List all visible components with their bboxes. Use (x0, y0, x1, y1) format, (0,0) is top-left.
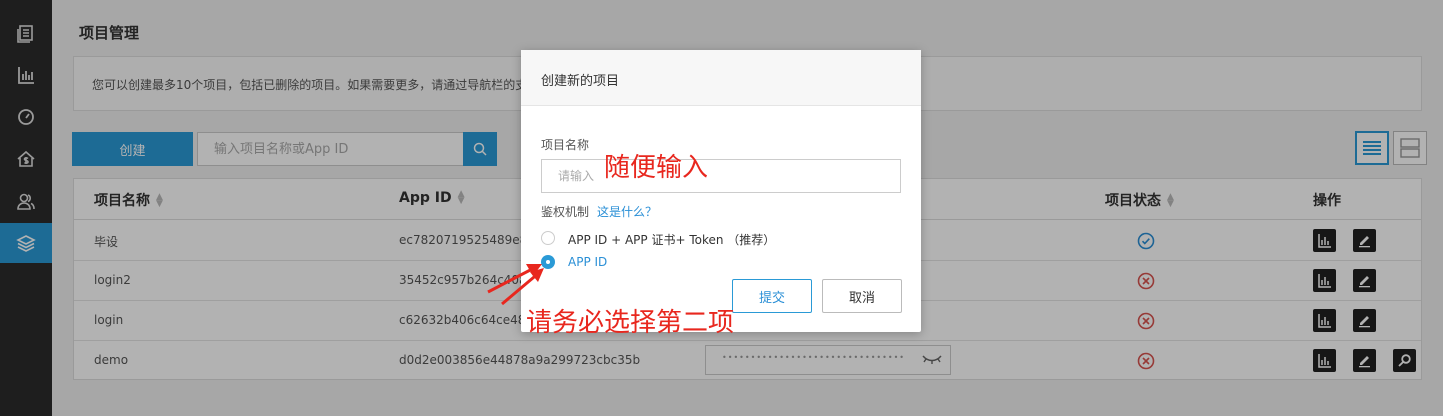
auth-option-appid-label[interactable]: APP ID (568, 255, 607, 269)
auth-mechanism-label: 鉴权机制 (541, 205, 590, 219)
auth-option-token-label[interactable]: APP ID + APP 证书+ Token （推荐） (568, 231, 775, 248)
create-project-dialog: 创建新的项目 项目名称 鉴权机制 这是什么？ APP ID + APP 证书+ … (521, 50, 921, 332)
auth-option-token-radio[interactable] (541, 231, 555, 245)
annotation-input-hint: 随便输入 (604, 153, 709, 183)
dialog-header: 创建新的项目 (521, 50, 921, 106)
project-name-label: 项目名称 (541, 138, 590, 152)
cancel-button[interactable]: 取消 (822, 279, 902, 313)
annotation-select-hint: 请务必选择第二项 (526, 308, 735, 338)
auth-help-link[interactable]: 这是什么？ (597, 203, 657, 220)
project-name-input[interactable] (541, 159, 901, 193)
submit-button[interactable]: 提交 (732, 279, 812, 313)
red-arrow-icon (487, 264, 544, 306)
dialog-title: 创建新的项目 (541, 74, 620, 89)
